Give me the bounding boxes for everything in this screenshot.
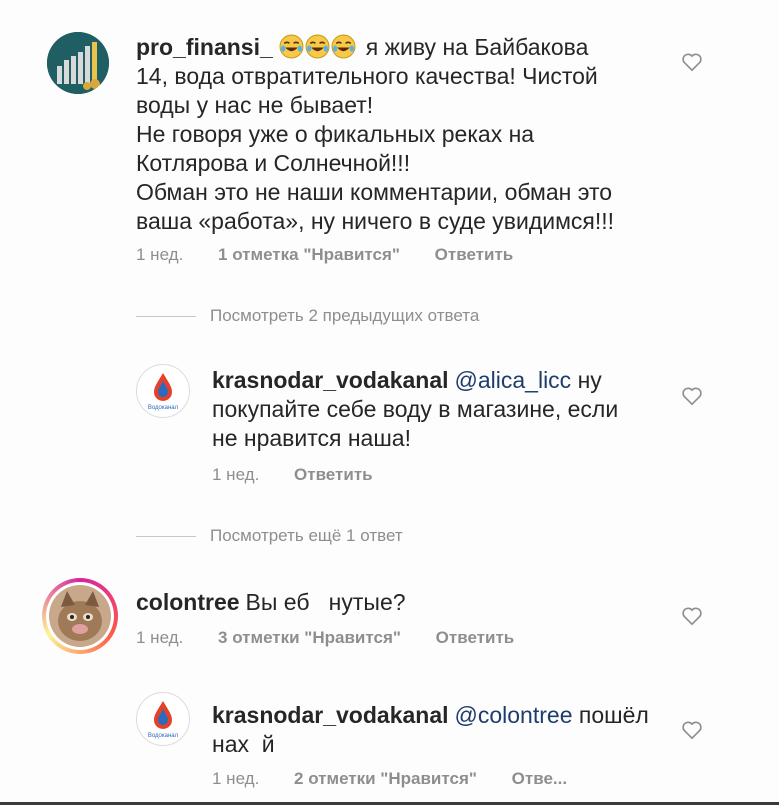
avatar[interactable]: Водоканал xyxy=(136,364,190,418)
heart-icon[interactable] xyxy=(681,386,703,406)
reply-button[interactable]: Ответить xyxy=(435,245,514,264)
comment-text: krasnodar_vodakanal @alica_licc ну покупа… xyxy=(212,367,619,451)
avatar[interactable]: Водоканал xyxy=(136,692,190,746)
heart-icon[interactable] xyxy=(681,52,703,72)
reply-button[interactable]: Отве... xyxy=(512,769,567,788)
laughing-emoji-icon xyxy=(331,34,356,59)
vodakanal-logo-icon: Водоканал xyxy=(148,373,179,411)
cat-photo-icon xyxy=(49,585,111,647)
reply-button[interactable]: Ответить xyxy=(294,465,373,484)
heart-icon[interactable] xyxy=(681,606,703,626)
heart-icon[interactable] xyxy=(681,720,703,740)
finance-chart-icon xyxy=(47,32,109,94)
comment-text: colontree Вы еб нутые? xyxy=(136,589,406,615)
logo-caption: Водоканал xyxy=(148,405,179,411)
mention-link[interactable]: @colontree xyxy=(455,702,573,728)
comment-meta: 1 нед. Ответить xyxy=(212,465,403,485)
comment-username[interactable]: colontree xyxy=(136,589,240,615)
view-more-label: Посмотреть 2 предыдущих ответа xyxy=(210,306,480,325)
comment-username[interactable]: pro_finansi_ xyxy=(136,34,273,60)
view-more-replies[interactable]: Посмотреть ещё 1 ответ xyxy=(136,526,403,546)
laughing-emoji-icon xyxy=(305,34,330,59)
comment-meta: 1 нед. 2 отметки "Нравится" Отве... xyxy=(212,769,597,789)
comment-username[interactable]: krasnodar_vodakanal xyxy=(212,702,449,728)
avatar[interactable] xyxy=(42,578,118,654)
comment-time: 1 нед. xyxy=(212,769,260,788)
comment-text: pro_finansi_ я живу на Байбакова 14, вода… xyxy=(136,34,615,234)
laughing-emoji-icon xyxy=(279,34,304,59)
divider-line xyxy=(136,535,196,537)
comment-time: 1 нед. xyxy=(136,245,184,264)
avatar[interactable] xyxy=(47,32,109,94)
view-previous-replies[interactable]: Посмотреть 2 предыдущих ответа xyxy=(136,306,479,326)
vodakanal-logo-icon: Водоканал xyxy=(148,701,179,739)
comment-username[interactable]: krasnodar_vodakanal xyxy=(212,367,449,393)
logo-caption: Водоканал xyxy=(148,733,179,739)
likes-count[interactable]: 2 отметки "Нравится" xyxy=(294,769,477,788)
likes-count[interactable]: 1 отметка "Нравится" xyxy=(218,245,400,264)
reply-button[interactable]: Ответить xyxy=(436,628,515,647)
view-more-label: Посмотреть ещё 1 ответ xyxy=(210,526,403,545)
comment-text: krasnodar_vodakanal @colontree пошёл нах … xyxy=(212,702,649,757)
comment-time: 1 нед. xyxy=(136,628,184,647)
comment-time: 1 нед. xyxy=(212,465,260,484)
divider-line xyxy=(136,315,196,317)
comment-meta: 1 нед. 3 отметки "Нравится" Ответить xyxy=(136,628,544,648)
comment-meta: 1 нед. 1 отметка "Нравится" Ответить xyxy=(136,245,543,265)
mention-link[interactable]: @alica_licc xyxy=(455,367,572,393)
likes-count[interactable]: 3 отметки "Нравится" xyxy=(218,628,401,647)
